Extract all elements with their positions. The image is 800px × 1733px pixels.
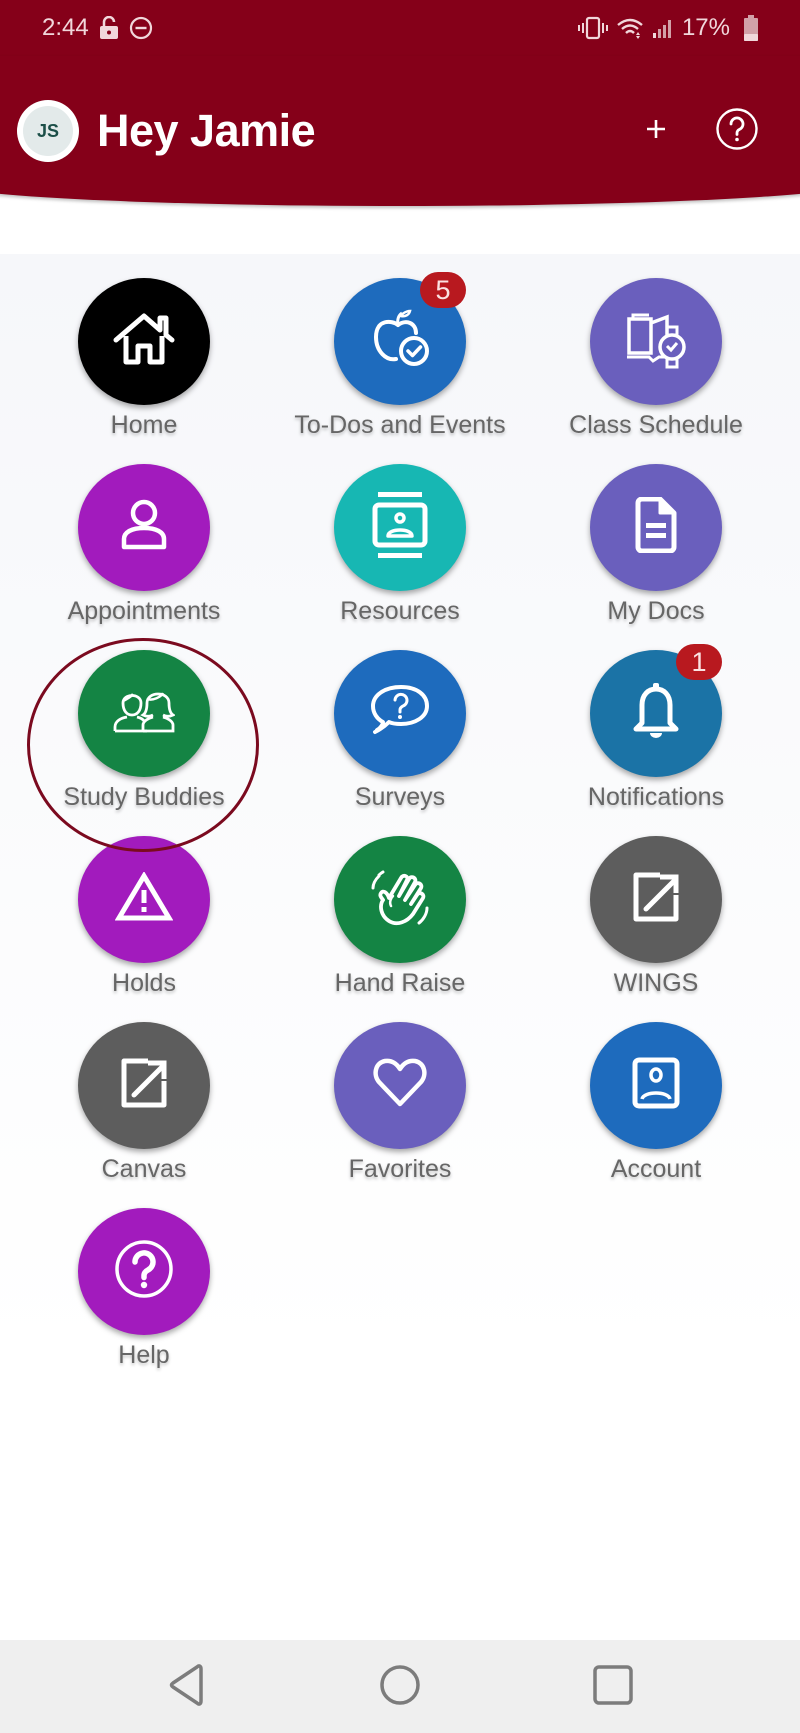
tile-study-buddies[interactable]: Study Buddies xyxy=(16,626,272,812)
back-button[interactable] xyxy=(157,1662,217,1712)
tile-help[interactable]: Help xyxy=(16,1184,272,1370)
tile-canvas[interactable]: Canvas xyxy=(16,998,272,1184)
do-not-disturb-icon xyxy=(129,16,153,40)
status-time: 2:44 xyxy=(42,14,89,41)
tile-home[interactable]: Home xyxy=(16,254,272,440)
plus-icon xyxy=(644,117,668,146)
tile-label: Resources xyxy=(340,597,460,625)
tile-todos-and-events[interactable]: 5 To-Dos and Events xyxy=(272,254,528,440)
avatar-initials: JS xyxy=(23,106,73,156)
tile-notifications[interactable]: 1 Notifications xyxy=(528,626,784,812)
tile-label: Appointments xyxy=(67,597,221,625)
battery-icon xyxy=(744,15,758,41)
warning-icon xyxy=(114,871,174,927)
tile-label: Study Buddies xyxy=(63,783,225,811)
tile-icon-circle xyxy=(78,650,210,777)
person-icon xyxy=(120,499,168,556)
recents-icon xyxy=(592,1664,634,1711)
tile-label: My Docs xyxy=(607,597,705,625)
tile-icon-circle xyxy=(78,1022,210,1149)
tile-label: Account xyxy=(610,1155,702,1183)
system-nav-bar xyxy=(0,1640,800,1733)
document-icon xyxy=(634,496,678,558)
vibrate-icon xyxy=(577,16,608,40)
tile-label: Class Schedule xyxy=(569,411,743,439)
tile-icon-circle xyxy=(590,836,722,963)
tile-class-schedule[interactable]: Class Schedule xyxy=(528,254,784,440)
tile-label: Holds xyxy=(112,969,176,997)
people-icon xyxy=(113,689,176,738)
tile-wings[interactable]: WINGS xyxy=(528,812,784,998)
help-button[interactable] xyxy=(714,107,760,156)
tile-label: WINGS xyxy=(613,969,699,997)
tile-label: Favorites xyxy=(348,1155,452,1183)
help-circle-icon xyxy=(715,107,759,156)
tile-label: Surveys xyxy=(354,783,446,811)
tile-icon-circle xyxy=(590,464,722,591)
tile-label: Hand Raise xyxy=(334,969,466,997)
avatar[interactable]: JS xyxy=(17,100,79,162)
tile-icon-circle: 1 xyxy=(590,644,722,777)
help-circle-icon xyxy=(114,1239,174,1304)
page-title: Hey Jamie xyxy=(97,105,316,156)
tile-icon-circle xyxy=(334,464,466,591)
tile-label: Notifications xyxy=(587,783,725,811)
home-button[interactable] xyxy=(370,1662,430,1712)
tile-icon-circle xyxy=(78,278,210,405)
add-button[interactable] xyxy=(636,111,676,151)
tile-icon-circle xyxy=(590,278,722,405)
tile-hand-raise[interactable]: Hand Raise xyxy=(272,812,528,998)
tile-label: Home xyxy=(110,411,178,439)
book-watch-icon xyxy=(623,309,689,374)
header: JS Hey Jamie xyxy=(0,96,800,166)
home-icon xyxy=(112,310,176,373)
status-bar: 2:44 17% xyxy=(0,0,800,56)
apple-check-icon xyxy=(368,307,432,376)
lock-open-icon xyxy=(99,16,119,40)
tile-favorites[interactable]: Favorites xyxy=(272,998,528,1184)
notification-count-badge: 5 xyxy=(420,272,466,308)
tile-icon-circle xyxy=(334,1022,466,1149)
contact-card-icon xyxy=(372,492,428,563)
tile-icon-circle: 5 xyxy=(334,272,466,405)
signal-icon xyxy=(652,16,674,40)
tile-icon-circle xyxy=(78,836,210,963)
tile-holds[interactable]: Holds xyxy=(16,812,272,998)
bell-icon xyxy=(632,683,680,744)
external-link-icon xyxy=(630,871,682,928)
notification-count-badge: 1 xyxy=(676,644,722,680)
tile-label: Canvas xyxy=(101,1155,187,1183)
tile-account[interactable]: Account xyxy=(528,998,784,1184)
recents-button[interactable] xyxy=(583,1662,643,1712)
tile-resources[interactable]: Resources xyxy=(272,440,528,626)
tile-icon-circle xyxy=(590,1022,722,1149)
tile-icon-circle xyxy=(334,836,466,963)
question-bubble-icon xyxy=(369,684,431,743)
tile-surveys[interactable]: Surveys xyxy=(272,626,528,812)
tile-label: To-Dos and Events xyxy=(294,411,506,439)
tile-icon-circle xyxy=(334,650,466,777)
tile-my-docs[interactable]: My Docs xyxy=(528,440,784,626)
back-icon xyxy=(167,1663,207,1712)
wifi-icon xyxy=(616,16,644,40)
tile-label: Help xyxy=(118,1341,170,1369)
heart-icon xyxy=(372,1058,428,1113)
app-screen: 2:44 17% JS Hey Jamie Home 5 To-Dos and … xyxy=(0,0,800,1733)
tile-icon-circle xyxy=(78,464,210,591)
account-box-icon xyxy=(632,1057,680,1114)
tile-appointments[interactable]: Appointments xyxy=(16,440,272,626)
tile-icon-circle xyxy=(78,1208,210,1335)
hand-wave-icon xyxy=(369,866,431,933)
external-link-icon xyxy=(118,1057,170,1114)
battery-percent: 17% xyxy=(681,14,730,41)
home-circle-icon xyxy=(379,1664,421,1711)
